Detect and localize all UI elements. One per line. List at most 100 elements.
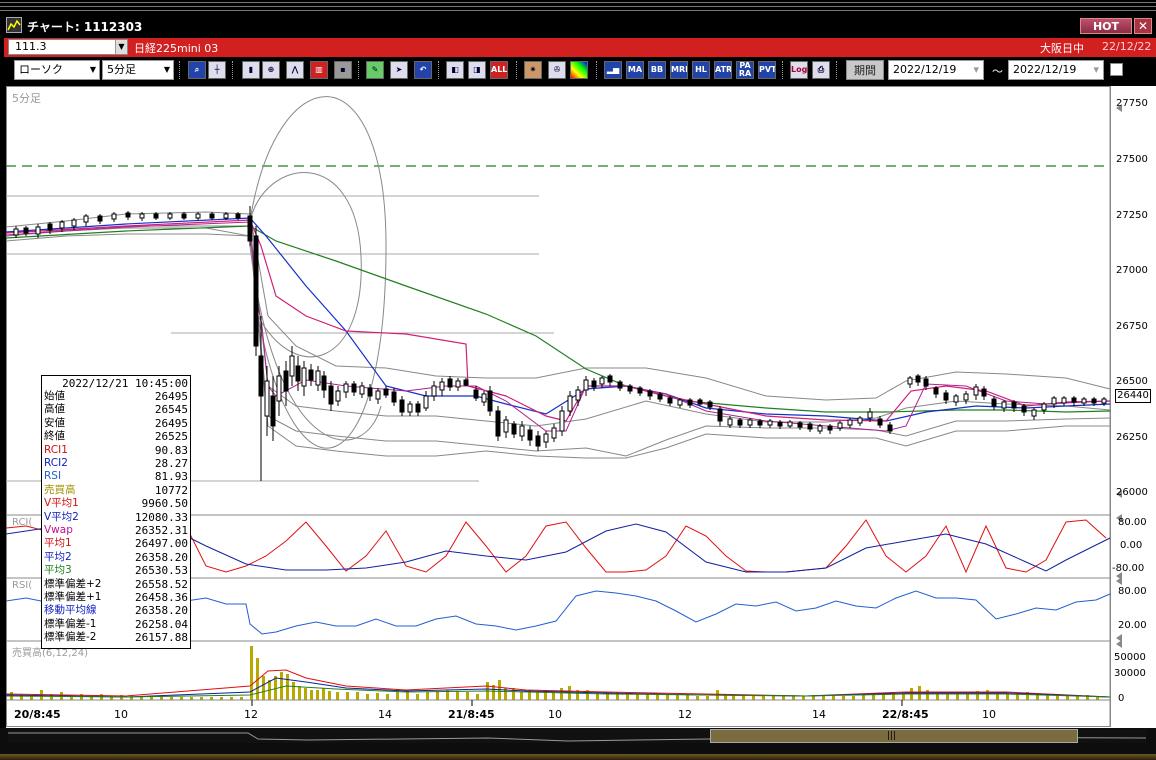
vol-tick: 0 <box>1118 693 1125 704</box>
data-window-row: RSI 81.93 <box>44 470 188 483</box>
hl-button[interactable]: HL <box>692 61 710 79</box>
time-tick: 10 <box>548 708 562 721</box>
pencil-icon[interactable]: ✎ <box>366 61 384 79</box>
volume-icon[interactable]: ▂▅ <box>604 61 622 79</box>
date-from-field[interactable]: 2022/12/19 ▾ <box>888 60 984 80</box>
bb-button[interactable]: BB <box>648 61 666 79</box>
zoom-in-icon[interactable]: ⊕ <box>262 61 280 79</box>
data-window-row-value: 26458.36 <box>135 591 188 604</box>
time-axis: 20/8:45 10 12 14 21/8:45 10 12 14 22/8:4… <box>6 708 1110 724</box>
date-to-field[interactable]: 2022/12/19 ▾ <box>1008 60 1104 80</box>
undo-icon[interactable]: ↶ <box>414 61 432 79</box>
calendar-icon[interactable]: ▾ <box>973 61 979 79</box>
data-window-row-value: 9960.50 <box>141 497 188 511</box>
ma-button[interactable]: MA <box>626 61 644 79</box>
zoom-icon[interactable]: ⌕ <box>188 61 206 79</box>
data-window-row-label: 標準偏差+1 <box>44 591 102 603</box>
data-window-row: 標準偏差-2 26157.88 <box>44 631 188 644</box>
time-tick: 12 <box>244 708 258 721</box>
hot-button[interactable]: HOT <box>1080 18 1132 34</box>
period-checkbox[interactable] <box>1110 63 1123 76</box>
data-window-row-value: 81.93 <box>154 470 188 484</box>
para-button[interactable]: PA RA <box>736 61 754 79</box>
mre-button[interactable]: MRE <box>670 61 688 79</box>
data-window-row-label: 高値 <box>44 403 65 416</box>
price-tick: 27000 <box>1116 265 1148 276</box>
interval-select[interactable]: 5分足 ▼ <box>102 60 174 80</box>
current-price-tag: 26440 <box>1115 389 1151 403</box>
data-window-row-label: V平均1 <box>44 497 79 510</box>
bar-chart-icon[interactable]: ▥ <box>310 61 328 79</box>
price-tick: 26250 <box>1116 432 1148 443</box>
data-window-row-label: 移動平均線 <box>44 604 97 617</box>
data-window-row: 平均2 26358.20 <box>44 551 188 564</box>
price-axis: 27750 27500 27250 27000 26750 26500 2625… <box>1116 86 1156 498</box>
data-window-row: RCI1 90.83 <box>44 444 188 457</box>
bottom-gold-band <box>0 754 1156 760</box>
toolbar-separator <box>596 61 598 79</box>
toolbar-separator <box>232 61 234 79</box>
date-from-value: 2022/12/19 <box>893 63 957 76</box>
data-window-row: 平均3 26530.53 <box>44 564 188 577</box>
data-window-row: 平均1 26497.00 <box>44 537 188 550</box>
app-chart-icon <box>6 17 22 33</box>
price-tick: 26000 <box>1116 487 1148 498</box>
data-window-row: 標準偏差+2 26558.52 <box>44 578 188 591</box>
grip-icon: ||| <box>887 731 897 741</box>
data-window-row-value: 28.27 <box>154 457 188 470</box>
wrench-icon[interactable]: ✇ <box>548 61 566 79</box>
data-window: 2022/12/21 10:45:00 始値 26495 高値 26545 安値 2649… <box>41 375 191 649</box>
rsi-panel-label: RSI( <box>12 580 33 591</box>
scroll-thumb[interactable]: ||| <box>710 729 1078 743</box>
window-title: チャート: 1112303 <box>27 20 143 34</box>
titlebar-stripe <box>0 10 1156 11</box>
gear-icon[interactable]: ✷ <box>524 61 542 79</box>
time-tick: 10 <box>114 708 128 721</box>
data-window-row-label: 売買高 <box>44 483 76 496</box>
current-date: 22/12/22 <box>1102 40 1152 53</box>
instrument-name: 日経225mini 03 <box>134 42 219 55</box>
overview-scrollbar[interactable]: ||| <box>0 728 1156 760</box>
data-window-row-label: Vwap <box>44 524 73 536</box>
close-button[interactable]: ✕ <box>1134 18 1152 34</box>
data-window-row-value: 26545 <box>154 403 188 417</box>
chart-type-select[interactable]: ローソク ▼ <box>14 60 100 80</box>
data-window-row: 売買高 10772 <box>44 484 188 497</box>
atr-button[interactable]: ATR <box>714 61 732 79</box>
data-window-row-label: RCI2 <box>44 457 68 469</box>
data-window-row: 安値 26495 <box>44 417 188 430</box>
code-input[interactable]: 111.3 ▼ <box>8 39 128 55</box>
data-window-row: 高値 26545 <box>44 403 188 416</box>
data-window-row-value: 12080.33 <box>135 510 188 524</box>
code-value: 111.3 <box>15 40 47 53</box>
line-chart-icon[interactable]: ⋀ <box>286 61 304 79</box>
data-window-row-label: V平均2 <box>44 510 79 523</box>
pvt-button[interactable]: PVT <box>758 61 776 79</box>
period-button[interactable]: 期間 <box>846 60 884 80</box>
candle-left-icon[interactable]: ◧ <box>446 61 464 79</box>
chevron-down-icon[interactable]: ▼ <box>115 40 127 54</box>
data-window-row-value: 26495 <box>154 390 188 403</box>
calendar-icon[interactable]: ▾ <box>1093 61 1099 79</box>
all-button[interactable]: ALL <box>490 61 508 79</box>
rci-tick: -80.00 <box>1112 563 1145 574</box>
palette-icon[interactable] <box>570 61 588 79</box>
data-window-row-label: 平均2 <box>44 550 72 563</box>
chevron-down-icon: ▼ <box>163 65 170 74</box>
data-window-row-value: 10772 <box>154 483 188 497</box>
price-tick: 27250 <box>1116 210 1148 221</box>
candle-icon[interactable]: ▮ <box>242 61 260 79</box>
data-window-row: 標準偏差+1 26458.36 <box>44 591 188 604</box>
disabled-tool-icon[interactable]: ▪ <box>334 61 352 79</box>
crosshair-icon[interactable]: ┼ <box>208 61 226 79</box>
date-to-value: 2022/12/19 <box>1013 63 1077 76</box>
print-icon[interactable]: ⎙ <box>812 61 830 79</box>
candle-right-icon[interactable]: ◨ <box>468 61 486 79</box>
data-window-row-value: 26525 <box>154 430 188 444</box>
pointer-icon[interactable]: ➤ <box>390 61 408 79</box>
log-button[interactable]: Log <box>790 61 808 79</box>
data-window-timestamp: 2022/12/21 10:45:00 <box>62 377 188 390</box>
data-window-row-label: 平均3 <box>44 564 72 577</box>
data-window-row-label: 標準偏差-1 <box>44 617 97 630</box>
chart-toolbar: ローソク ▼ 5分足 ▼ ⌕ ┼ ▮ ⊕ ⋀ ▥ ▪ ✎ ➤ ↶ ◧ ◨ ALL ✷… <box>4 57 1156 83</box>
